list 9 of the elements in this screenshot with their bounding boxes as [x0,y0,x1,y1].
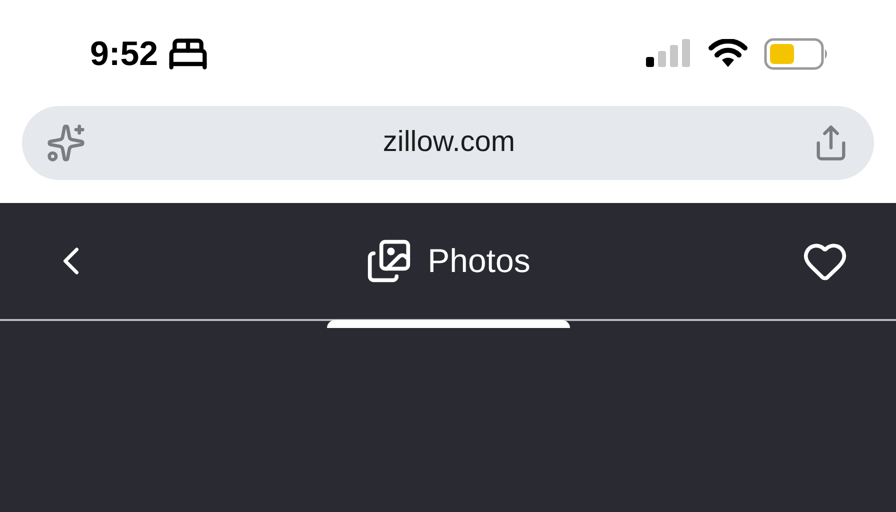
wifi-icon [708,39,748,69]
battery-icon [764,38,830,70]
photos-icon [366,238,412,284]
sparkle-icon[interactable] [46,123,86,163]
photos-tab[interactable]: Photos [330,236,566,286]
url-text: zillow.com [382,125,516,160]
address-bar[interactable]: zillow.com [22,106,874,180]
clock-time: 9:52 [90,37,158,71]
signal-icon [646,39,692,69]
